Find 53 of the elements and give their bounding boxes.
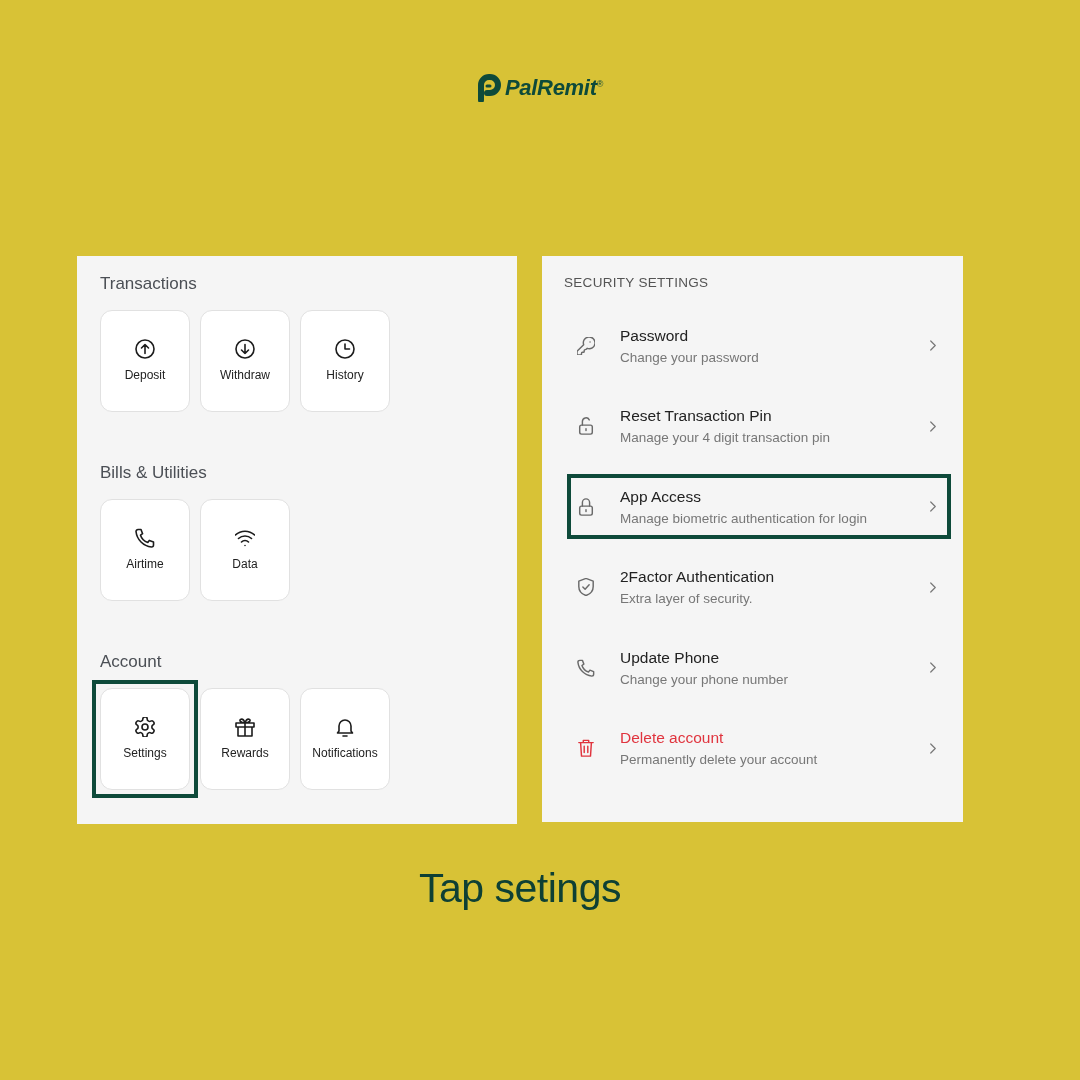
brand-name: PalRemit$^{®}$ [504,75,604,101]
shortcut-tile[interactable]: Notifications [300,688,390,790]
shortcut-tile[interactable]: Data [200,499,290,601]
shortcut-tile[interactable]: Deposit [100,310,190,412]
section-heading: SECURITY SETTINGS [563,274,710,292]
wifi-icon [235,528,255,548]
shield-check-icon [577,578,595,596]
setting-row[interactable]: Password Change your password [567,313,951,378]
key-icon [577,336,595,355]
setting-title: Delete account [620,728,725,748]
setting-title: App Access [620,486,702,507]
arrow-down-circle-icon [235,339,255,359]
gift-icon [235,717,255,737]
setting-row[interactable]: 2Factor Authentication Extra layer of security. [567,554,951,620]
shortcut-tile[interactable]: Rewards [200,688,290,790]
instruction-caption: Tap setings [419,864,621,912]
chevron-right-icon [930,662,936,673]
section-heading: Transactions [100,273,198,295]
setting-row[interactable]: Delete account Permanently delete your account [567,715,951,781]
logo-icon [476,74,501,102]
setting-row[interactable]: App Access Manage biometric authentication for login [567,474,951,539]
setting-description: Manage biometric authentication for login [620,509,868,527]
arrow-up-circle-icon [135,339,155,359]
setting-title: Password [620,325,690,346]
unlocked-padlock-icon [577,417,595,435]
setting-description: Extra layer of security. [620,590,754,607]
shortcut-tile[interactable]: Airtime [100,499,190,601]
setting-row[interactable]: Reset Transaction Pin Manage your 4 digit transaction pin [567,393,951,459]
chevron-right-icon [930,742,936,754]
phone-icon [577,658,595,677]
chevron-right-icon [930,420,936,432]
setting-title: Update Phone [620,647,721,668]
section-heading: Bills & Utilities [100,462,208,484]
setting-description: Permanently delete your account [620,751,819,768]
phone-icon [135,528,155,548]
chevron-right-icon [930,340,936,351]
bell-icon [335,717,355,737]
setting-title: 2Factor Authentication [620,567,776,587]
setting-description: Change your phone number [620,670,790,688]
clock-icon [335,339,355,359]
padlock-icon [577,497,595,516]
shortcut-tile[interactable]: Withdraw [200,310,290,412]
setting-row[interactable]: Update Phone Change your phone number [567,635,951,700]
setting-description: Change your password [620,348,760,366]
chevron-right-icon [930,501,936,512]
shortcut-tile[interactable]: Settings [100,688,190,790]
chevron-right-icon [930,581,936,593]
shortcut-tile[interactable]: History [300,310,390,412]
setting-description: Manage your 4 digit transaction pin [620,429,832,446]
setting-title: Reset Transaction Pin [620,406,773,426]
gear-icon [135,717,155,737]
section-heading: Account [100,651,163,673]
trash-icon [577,739,595,757]
